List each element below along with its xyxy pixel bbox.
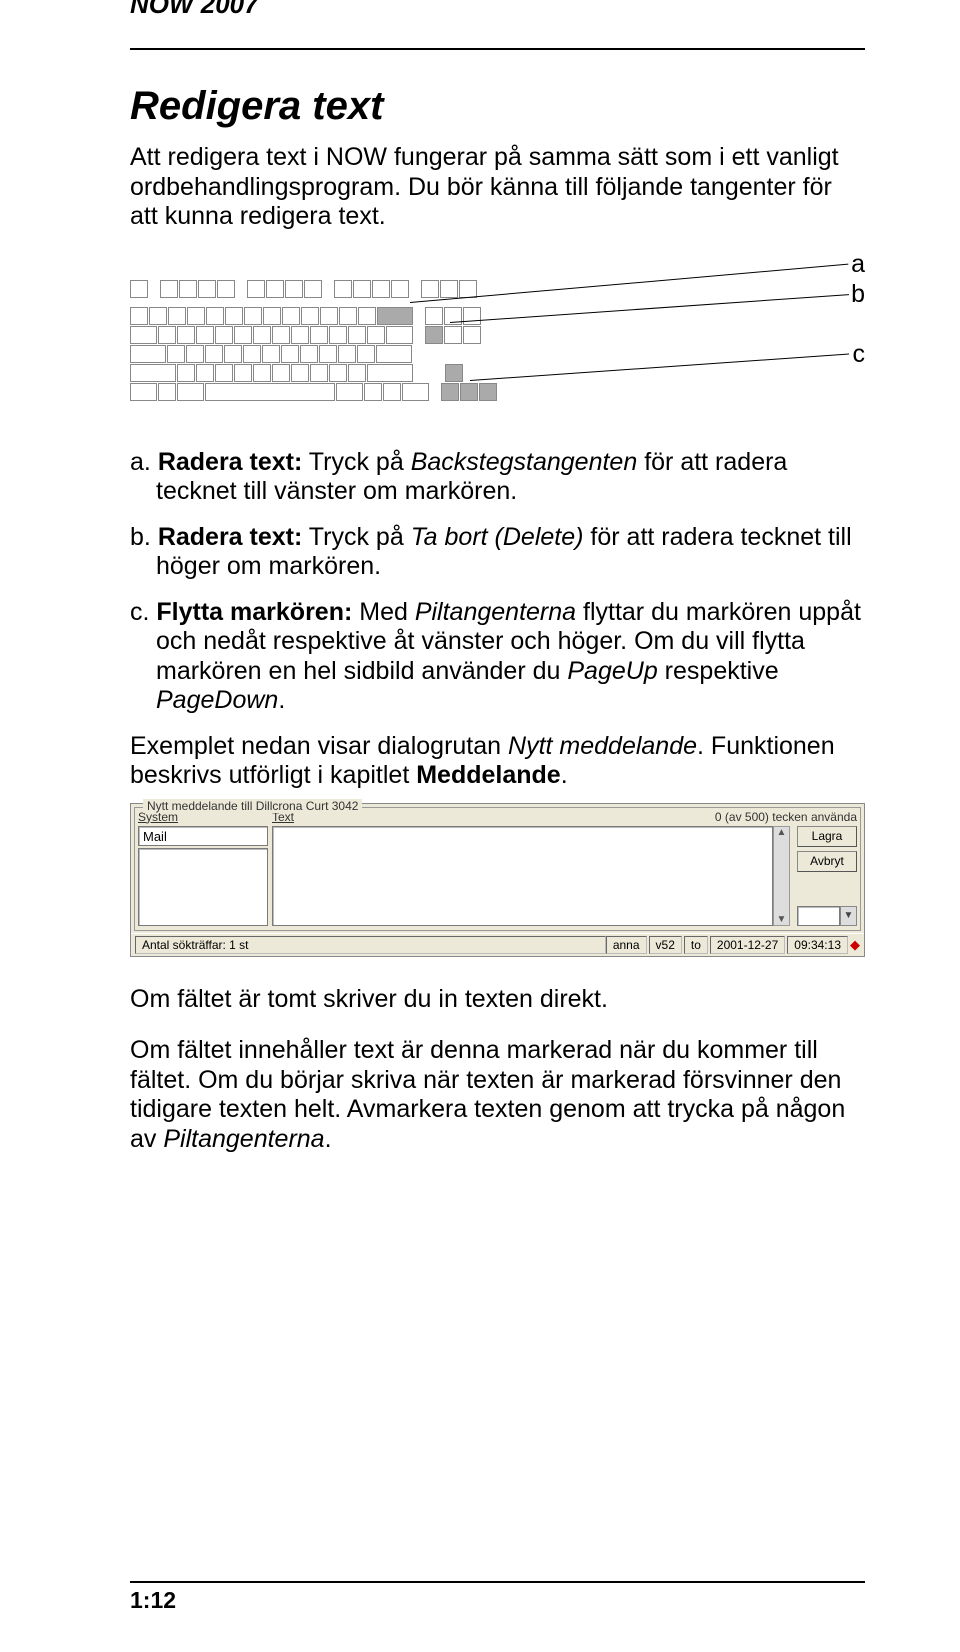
system-field[interactable]: Mail (138, 826, 268, 846)
callout-label-c: c (853, 340, 866, 369)
arrow-up-key-icon (445, 364, 463, 382)
dialog-screenshot: Nytt meddelande till Dillcrona Curt 3042… (130, 803, 865, 957)
status-week: v52 (649, 936, 682, 954)
after-paragraph-1: Om fältet är tomt skriver du in texten d… (130, 985, 865, 1015)
status-time: 09:34:13 (787, 936, 848, 954)
delete-key-icon (425, 326, 443, 344)
callout-label-b: b (851, 280, 865, 309)
list-item-b: b. Radera text: Tryck på Ta bort (Delete… (130, 523, 865, 582)
keyboard-icon (130, 280, 497, 402)
text-area[interactable] (272, 826, 773, 926)
status-hits: Antal sökträffar: 1 st (135, 936, 606, 954)
status-date: 2001-12-27 (710, 936, 785, 954)
status-bar: Antal sökträffar: 1 st anna v52 to 2001-… (131, 933, 864, 956)
combo-field[interactable] (797, 906, 840, 926)
keyboard-illustration: a b c (130, 250, 865, 420)
list-item-c: c. Flytta markören: Med Piltangenterna f… (130, 598, 865, 716)
example-paragraph: Exemplet nedan visar dialogrutan Nytt me… (130, 732, 865, 791)
page-number: 1:12 (130, 1587, 865, 1614)
scrollbar[interactable]: ▲▼ (773, 826, 790, 926)
doc-title: NOW 2007 (130, 0, 267, 20)
arrow-right-key-icon (479, 383, 497, 401)
list-item-a: a. Radera text: Tryck på Backstegstangen… (130, 448, 865, 507)
system-list[interactable] (138, 848, 268, 926)
chars-used-label: 0 (av 500) tecken använda (715, 810, 857, 824)
record-icon: ◆ (850, 937, 860, 953)
arrow-left-key-icon (441, 383, 459, 401)
callout-label-a: a (851, 250, 865, 279)
callout-line (450, 294, 849, 323)
doc-header: NOW 2007 (130, 0, 865, 50)
status-user: anna (606, 936, 647, 954)
cancel-button[interactable]: Avbryt (797, 851, 857, 872)
section-heading: Redigera text (130, 84, 865, 129)
store-button[interactable]: Lagra (797, 826, 857, 847)
chevron-down-icon[interactable]: ▼ (840, 906, 857, 926)
arrow-down-key-icon (460, 383, 478, 401)
status-day: to (684, 936, 708, 954)
callout-line (470, 353, 849, 381)
dialog-legend: Nytt meddelande till Dillcrona Curt 3042 (143, 799, 362, 813)
intro-paragraph: Att redigera text i NOW fungerar på samm… (130, 143, 865, 232)
after-paragraph-2: Om fältet innehåller text är denna marke… (130, 1036, 865, 1154)
page-footer: 1:12 (130, 1581, 865, 1614)
backspace-key-icon (377, 307, 413, 325)
